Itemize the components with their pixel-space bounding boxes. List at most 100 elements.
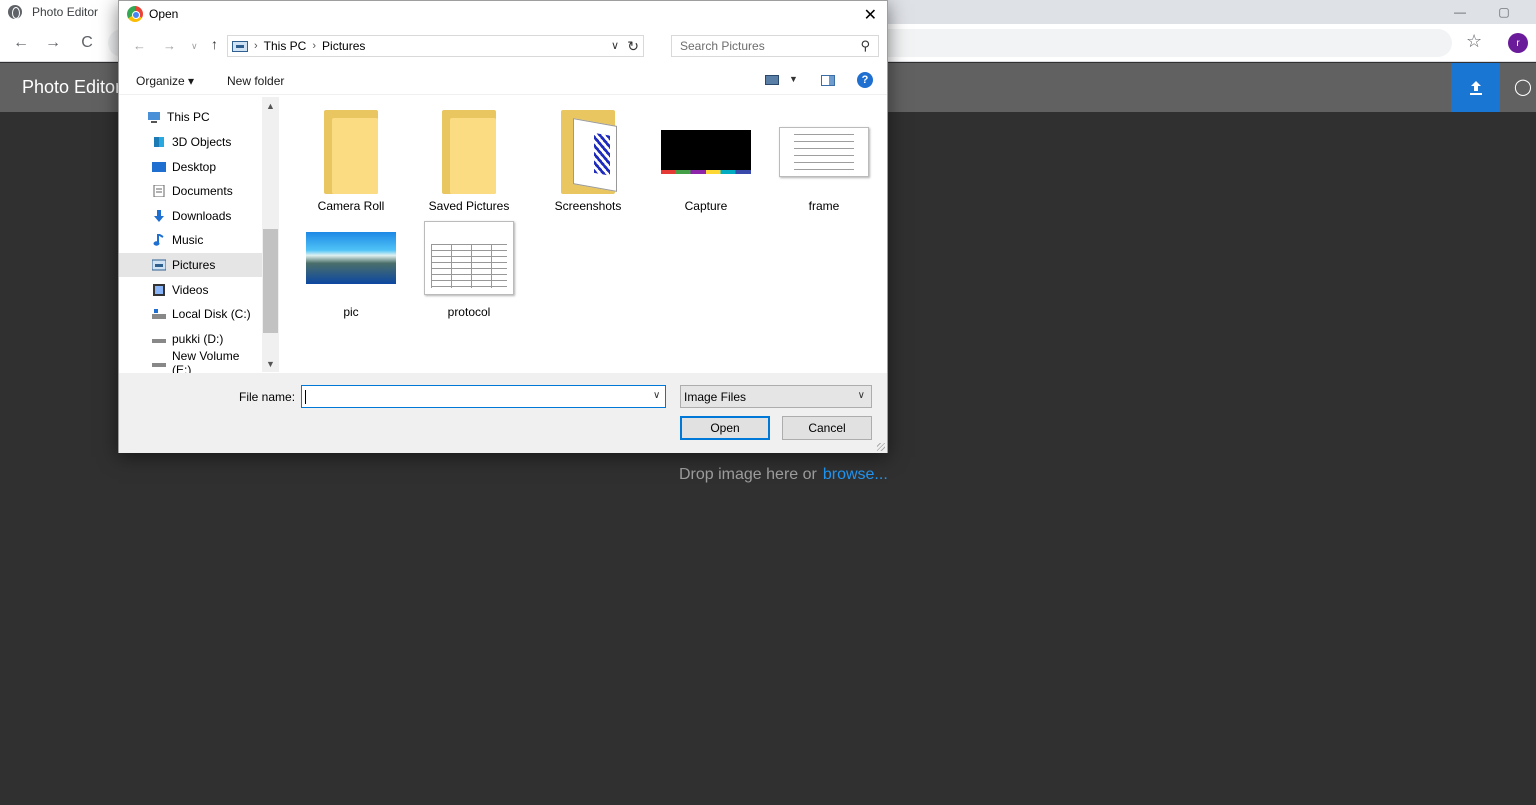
nav-item-label: Desktop (172, 160, 217, 174)
nav-item-local-disk-c[interactable]: Local Disk (C:) (119, 302, 262, 326)
breadcrumb-this-pc[interactable]: This PC (264, 39, 307, 53)
chevron-down-icon[interactable]: ∨ (611, 39, 619, 52)
forward-icon[interactable]: → (42, 32, 64, 54)
file-item-pic[interactable]: pic (296, 213, 406, 319)
nav-item-label: 3D Objects (172, 135, 232, 149)
forward-arrow-icon[interactable]: → (163, 38, 176, 53)
navigation-pane: This PC 3D Objects Desktop Documents Dow… (119, 97, 279, 377)
dialog-footer: File name: ∨ Image Files ∨ Open Cancel (119, 373, 887, 453)
upload-icon (1469, 80, 1482, 95)
resize-grip[interactable] (877, 443, 885, 451)
drive-icon (152, 363, 166, 367)
file-type-select[interactable]: Image Files ∨ (680, 385, 872, 408)
restore-button[interactable]: ▢ (1484, 0, 1524, 24)
browser-tab[interactable]: Photo Editor (0, 0, 130, 24)
folder-icon (561, 110, 617, 194)
desktop-icon (152, 162, 166, 172)
nav-item-new-volume-e[interactable]: New Volume (E:) (119, 349, 262, 377)
file-item-frame[interactable]: frame (769, 107, 879, 213)
nav-item-label: This PC (167, 110, 210, 124)
file-label: Camera Roll (317, 199, 385, 213)
nav-item-label: Local Disk (C:) (172, 307, 251, 321)
scroll-up-icon[interactable]: ▲ (266, 101, 275, 111)
drive-icon (152, 339, 166, 343)
breadcrumb[interactable]: › This PC › Pictures ∨ ↻ (227, 35, 644, 57)
open-button[interactable]: Open (680, 416, 770, 440)
video-icon (153, 284, 165, 296)
breadcrumb-separator-icon: › (312, 40, 317, 52)
file-item-saved-pictures[interactable]: Saved Pictures (414, 107, 524, 213)
cube-icon (154, 137, 164, 147)
chrome-icon (127, 6, 143, 22)
view-options-icon[interactable] (765, 75, 779, 85)
file-type-value: Image Files (684, 389, 747, 404)
back-arrow-icon[interactable]: ← (133, 38, 146, 53)
profile-avatar[interactable]: r (1508, 33, 1528, 53)
pictures-folder-icon (232, 40, 248, 52)
file-label: Saved Pictures (428, 199, 510, 213)
drive-icon (152, 309, 166, 319)
file-name-field[interactable] (301, 385, 666, 408)
browse-link[interactable]: browse... (823, 466, 888, 483)
download-icon (154, 210, 164, 222)
file-item-capture[interactable]: Capture (651, 107, 761, 213)
image-thumbnail (661, 130, 751, 174)
scroll-down-icon[interactable]: ▼ (266, 359, 275, 369)
refresh-icon[interactable]: ↻ (627, 38, 639, 55)
chevron-down-icon[interactable]: ∨ (653, 390, 660, 401)
nav-scrollbar[interactable]: ▲ ▼ (262, 97, 279, 372)
nav-item-3d-objects[interactable]: 3D Objects (119, 130, 262, 154)
nav-item-music[interactable]: Music (119, 228, 262, 252)
minimize-button[interactable]: — (1440, 0, 1480, 24)
music-icon (153, 234, 164, 246)
dropzone-text: Drop image here or (679, 466, 817, 483)
image-thumbnail (306, 232, 396, 284)
file-item-protocol[interactable]: protocol (414, 213, 524, 319)
document-icon (153, 185, 165, 197)
reload-icon[interactable]: C (76, 32, 98, 54)
dialog-titlebar: Open ✕ (119, 1, 887, 27)
recent-chevron-icon[interactable]: ∨ (191, 41, 198, 52)
file-name-label: File name: (239, 390, 296, 404)
nav-item-documents[interactable]: Documents (119, 179, 262, 203)
cancel-button[interactable]: Cancel (782, 416, 872, 440)
breadcrumb-pictures[interactable]: Pictures (322, 39, 365, 53)
nav-item-pictures[interactable]: Pictures (119, 253, 262, 277)
file-label: Capture (684, 199, 728, 213)
preview-pane-icon[interactable] (821, 75, 835, 86)
chevron-down-icon[interactable]: ▼ (789, 74, 798, 84)
nav-item-this-pc[interactable]: This PC (119, 105, 262, 129)
file-item-camera-roll[interactable]: Camera Roll (296, 107, 406, 213)
chevron-down-icon: ∨ (857, 390, 865, 401)
folder-icon (324, 110, 378, 194)
nav-item-label: Pictures (172, 258, 216, 272)
bookmark-star-icon[interactable]: ☆ (1466, 31, 1482, 52)
upload-button[interactable] (1451, 63, 1500, 112)
scrollbar-thumb[interactable] (263, 229, 278, 333)
back-icon[interactable]: ← (10, 32, 32, 54)
up-arrow-icon[interactable]: ↑ (211, 36, 218, 52)
new-folder-button[interactable]: New folder (227, 74, 284, 88)
app-title: Photo Editor (22, 77, 122, 97)
globe-icon (8, 5, 22, 19)
github-icon[interactable]: ◯ (1514, 77, 1532, 97)
nav-item-pukki-d[interactable]: pukki (D:) (119, 327, 262, 351)
image-thumbnail (424, 221, 514, 295)
file-label: frame (808, 199, 840, 213)
nav-item-videos[interactable]: Videos (119, 278, 262, 302)
help-icon[interactable]: ? (857, 72, 873, 88)
nav-item-downloads[interactable]: Downloads (119, 204, 262, 228)
tab-title: Photo Editor (32, 5, 99, 19)
search-input[interactable]: Search Pictures ⚲ (671, 35, 879, 57)
close-icon[interactable]: ✕ (864, 5, 877, 25)
dropzone[interactable]: Drop image here or browse... (679, 466, 888, 484)
nav-item-label: pukki (D:) (172, 332, 224, 346)
file-item-screenshots[interactable]: Screenshots (533, 107, 643, 213)
search-placeholder: Search Pictures (680, 39, 765, 53)
search-icon: ⚲ (860, 38, 870, 53)
nav-item-desktop[interactable]: Desktop (119, 155, 262, 179)
nav-item-label: Videos (172, 283, 209, 297)
nav-item-label: Documents (172, 184, 233, 198)
organize-button[interactable]: Organize ▾ (136, 74, 194, 88)
command-bar: Organize ▾ New folder ▼ ? (119, 67, 887, 95)
